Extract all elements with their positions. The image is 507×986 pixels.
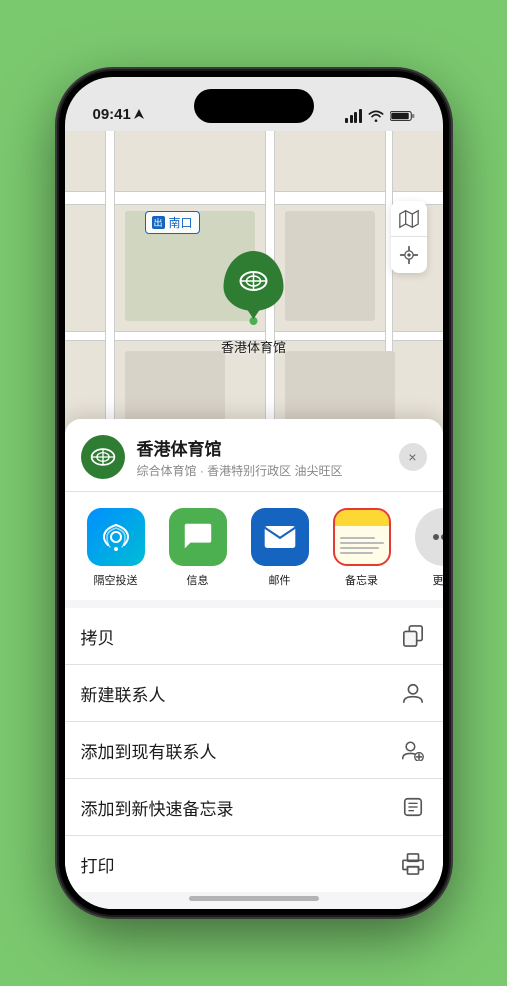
person-icon	[402, 682, 424, 704]
map-controls	[391, 201, 427, 273]
more-dots-icon	[432, 533, 443, 541]
map-type-icon	[399, 209, 419, 229]
share-item-more[interactable]: 更多	[409, 508, 443, 588]
time-display: 09:41	[93, 106, 131, 123]
venue-subtitle: 综合体育馆 · 香港特别行政区 油尖旺区	[137, 462, 387, 479]
action-list: 拷贝 新建联系人	[65, 608, 443, 892]
map-type-button[interactable]	[391, 201, 427, 237]
phone-frame: 09:41	[59, 71, 449, 915]
messages-symbol	[181, 520, 215, 554]
location-arrow-icon	[134, 109, 144, 121]
notes-inner	[335, 510, 389, 564]
action-item-print[interactable]: 打印	[65, 836, 443, 892]
person-plus-icon	[401, 739, 425, 761]
notes-label: 备忘录	[345, 572, 378, 588]
printer-icon	[402, 853, 424, 875]
notes-lines	[335, 526, 389, 564]
stadium-label: 香港体育馆	[221, 337, 286, 356]
action-item-quick-note[interactable]: 添加到新快速备忘录	[65, 779, 443, 836]
copy-symbol	[402, 625, 424, 647]
exit-badge: 出	[152, 216, 165, 229]
print-label: 打印	[81, 852, 115, 877]
location-button[interactable]	[391, 237, 427, 273]
location-icon	[399, 245, 419, 265]
stadium-pin	[223, 251, 283, 311]
airdrop-icon	[87, 508, 145, 566]
share-row: 隔空投送 信息	[65, 492, 443, 600]
quick-note-label: 添加到新快速备忘录	[81, 795, 234, 820]
action-item-new-contact[interactable]: 新建联系人	[65, 665, 443, 722]
map-north-exit-label: 出 南口	[145, 211, 200, 234]
mail-icon	[251, 508, 309, 566]
exit-label-text: 南口	[169, 214, 193, 231]
share-item-airdrop[interactable]: 隔空投送	[81, 508, 151, 588]
status-icons	[345, 109, 415, 123]
signal-bars-icon	[345, 109, 362, 123]
messages-label: 信息	[187, 572, 209, 588]
more-icon	[415, 508, 443, 566]
new-contact-label: 新建联系人	[81, 681, 166, 706]
share-item-mail[interactable]: 邮件	[245, 508, 315, 588]
status-time: 09:41	[93, 106, 144, 123]
dynamic-island	[194, 89, 314, 123]
add-existing-label: 添加到现有联系人	[81, 738, 217, 763]
wifi-icon	[368, 110, 384, 122]
venue-stadium-icon	[89, 443, 117, 471]
phone-screen: 09:41	[65, 77, 443, 909]
sheet-header: 香港体育馆 综合体育馆 · 香港特别行政区 油尖旺区 ×	[65, 419, 443, 492]
quick-note-icon	[399, 793, 427, 821]
messages-icon	[169, 508, 227, 566]
stadium-icon	[237, 265, 269, 297]
bottom-sheet: 香港体育馆 综合体育馆 · 香港特别行政区 油尖旺区 ×	[65, 419, 443, 909]
action-item-add-existing[interactable]: 添加到现有联系人	[65, 722, 443, 779]
mail-symbol	[263, 524, 297, 550]
stadium-marker[interactable]: 香港体育馆	[221, 251, 286, 356]
battery-icon	[390, 110, 415, 122]
new-contact-icon	[399, 679, 427, 707]
share-item-notes[interactable]: 备忘录	[327, 508, 397, 588]
venue-name: 香港体育馆	[137, 435, 387, 460]
airdrop-symbol	[100, 521, 132, 553]
notes-top-bar	[335, 510, 389, 526]
airdrop-label: 隔空投送	[94, 572, 138, 588]
more-label: 更多	[433, 572, 443, 588]
close-button[interactable]: ×	[399, 443, 427, 471]
action-item-copy[interactable]: 拷贝	[65, 608, 443, 665]
copy-icon	[399, 622, 427, 650]
home-indicator	[189, 896, 319, 901]
print-icon	[399, 850, 427, 878]
venue-icon	[81, 435, 125, 479]
note-icon	[402, 796, 424, 818]
venue-info: 香港体育馆 综合体育馆 · 香港特别行政区 油尖旺区	[137, 435, 387, 479]
copy-label: 拷贝	[81, 624, 115, 649]
notes-icon	[333, 508, 391, 566]
add-existing-icon	[399, 736, 427, 764]
mail-label: 邮件	[269, 572, 291, 588]
share-item-messages[interactable]: 信息	[163, 508, 233, 588]
